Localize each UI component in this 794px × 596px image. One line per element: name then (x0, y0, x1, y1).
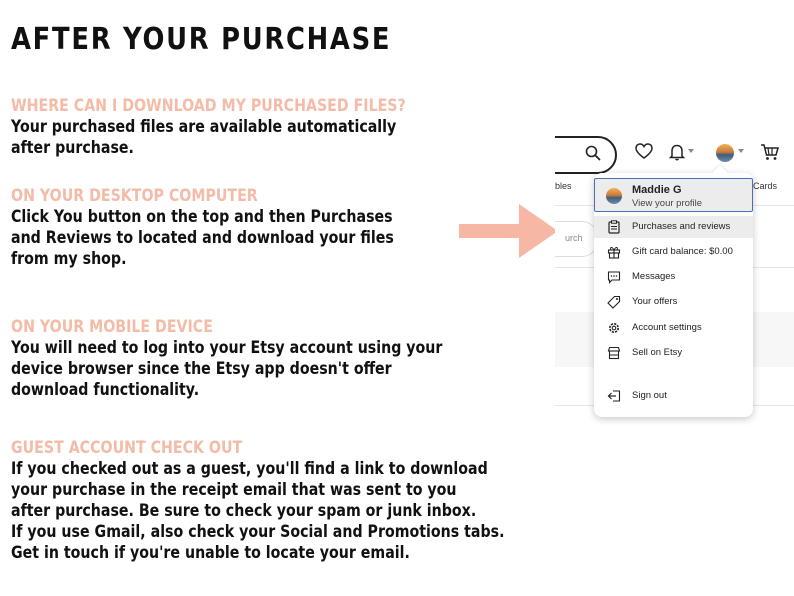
body-line: after purchase. Be sure to check your sp… (11, 501, 477, 520)
menu-item-gift-card[interactable]: Gift card balance: $0.00 (594, 241, 753, 263)
shop-icon (607, 346, 621, 360)
search-bar[interactable] (555, 136, 617, 174)
chevron-down-icon (738, 149, 744, 153)
body-line: download functionality. (11, 380, 200, 399)
body-line: after purchase. (11, 138, 134, 157)
menu-item-label: Sell on Etsy (632, 347, 683, 358)
chevron-down-icon (688, 149, 694, 153)
tag-icon (607, 295, 621, 309)
section-body: Your purchased files are available autom… (11, 116, 458, 158)
avatar[interactable] (716, 144, 734, 162)
section-body: If you checked out as a guest, you'll fi… (11, 458, 505, 563)
account-dropdown-menu: Maddie G View your profile Purchases and… (594, 164, 753, 417)
secondary-search-input[interactable]: urch (555, 221, 598, 257)
section-desktop: ON YOUR DESKTOP COMPUTER Click You butto… (11, 185, 531, 269)
heart-icon[interactable] (635, 143, 653, 160)
section-mobile: ON YOUR MOBILE DEVICE You will need to l… (11, 316, 531, 400)
clipboard-icon (608, 220, 620, 234)
gift-icon (607, 247, 621, 259)
section-heading: ON YOUR DESKTOP COMPUTER (11, 186, 258, 205)
menu-item-messages[interactable]: Messages (594, 266, 753, 288)
avatar (606, 188, 622, 204)
message-icon (607, 271, 621, 284)
body-line: Your purchased files are available autom… (11, 117, 397, 136)
menu-item-label: Purchases and reviews (632, 221, 731, 232)
cart-icon[interactable] (760, 143, 780, 161)
body-line: your purchase in the receipt email that … (11, 480, 457, 499)
section-guest: GUEST ACCOUNT CHECK OUT If you checked o… (11, 437, 531, 563)
section-heading: WHERE CAN I DOWNLOAD MY PURCHASED FILES? (11, 96, 406, 115)
nav-link-fragment[interactable]: Cards (753, 181, 777, 191)
menu-item-label: Messages (632, 271, 676, 282)
gear-icon (609, 323, 619, 333)
profile-subtitle: View your profile (632, 198, 703, 209)
sign-out-icon (607, 390, 621, 402)
menu-item-label: Sign out (632, 390, 667, 401)
profile-name: Maddie G (632, 184, 682, 196)
page-title: AFTER YOUR PURCHASE (11, 22, 392, 57)
section-body: Click You button on the top and then Pur… (11, 206, 458, 269)
body-line: device browser since the Etsy app doesn'… (11, 359, 392, 378)
menu-item-sell-on-etsy[interactable]: Sell on Etsy (594, 342, 753, 364)
body-line: If you use Gmail, also check your Social… (11, 522, 505, 541)
menu-item-account-settings[interactable]: Account settings (594, 317, 753, 339)
menu-notch (712, 164, 728, 180)
section-heading: GUEST ACCOUNT CHECK OUT (11, 438, 243, 457)
menu-item-sign-out[interactable]: Sign out (594, 385, 753, 407)
search-placeholder: urch (565, 233, 583, 243)
body-line: and Reviews to located and download your… (11, 228, 394, 247)
body-line: You will need to log into your Etsy acco… (11, 338, 443, 357)
menu-item-offers[interactable]: Your offers (594, 291, 753, 313)
section-download: WHERE CAN I DOWNLOAD MY PURCHASED FILES?… (11, 95, 531, 158)
view-profile-item[interactable]: Maddie G View your profile (594, 178, 753, 212)
search-icon[interactable] (585, 145, 601, 161)
section-body: You will need to log into your Etsy acco… (11, 337, 458, 400)
menu-item-purchases[interactable]: Purchases and reviews (594, 216, 753, 238)
menu-item-label: Your offers (632, 296, 678, 307)
menu-item-label: Account settings (632, 322, 702, 333)
nav-link-fragment[interactable]: bles (555, 181, 572, 191)
body-line: If you checked out as a guest, you'll fi… (11, 459, 488, 478)
body-line: from my shop. (11, 249, 127, 268)
menu-item-label: Gift card balance: $0.00 (632, 246, 733, 257)
pointer-arrow-icon (459, 204, 558, 258)
body-line: Click You button on the top and then Pur… (11, 207, 393, 226)
section-heading: ON YOUR MOBILE DEVICE (11, 317, 213, 336)
bell-icon[interactable] (669, 143, 685, 161)
etsy-screenshot: bles Cards urch Maddie G View your profi… (555, 125, 794, 425)
body-line: Get in touch if you're unable to locate … (11, 543, 410, 562)
